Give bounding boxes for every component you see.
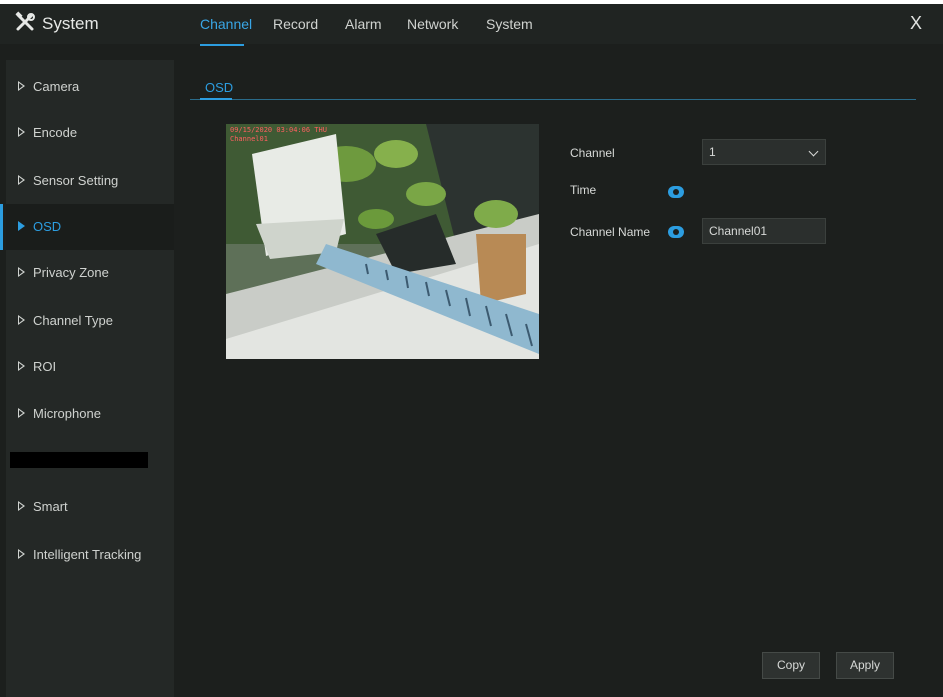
- sidebar-item-intelligent-tracking[interactable]: Intelligent Tracking: [6, 532, 174, 578]
- sidebar-item-label: ROI: [33, 359, 57, 374]
- sidebar-item-osd[interactable]: OSD: [0, 204, 174, 250]
- tab-network[interactable]: Network: [407, 16, 458, 32]
- tab-record[interactable]: Record: [273, 16, 318, 32]
- tab-alarm[interactable]: Alarm: [345, 16, 382, 32]
- osd-name-overlay: Channel01: [230, 135, 268, 143]
- active-tab-indicator: [200, 44, 244, 46]
- apply-button[interactable]: Apply: [836, 652, 894, 679]
- triangle-right-icon: [18, 221, 25, 231]
- sidebar-item-redacted[interactable]: [6, 438, 174, 484]
- channel-select-value: 1: [709, 145, 716, 159]
- sidebar-item-label: Smart: [33, 499, 68, 514]
- top-bar: System Channel Record Alarm Network Syst…: [0, 4, 943, 46]
- sidebar-item-label: Sensor Setting: [33, 173, 119, 188]
- sidebar-item-microphone[interactable]: Microphone: [6, 391, 174, 437]
- sidebar-item-label: Privacy Zone: [33, 265, 109, 280]
- channel-name-label: Channel Name: [570, 225, 651, 239]
- redaction-bar: [10, 452, 148, 468]
- osd-time-overlay: 09/15/2020 03:04:06 THU: [230, 126, 327, 134]
- copy-button[interactable]: Copy: [762, 652, 820, 679]
- sidebar-item-privacy-zone[interactable]: Privacy Zone: [6, 250, 174, 296]
- section-tab-osd[interactable]: OSD: [205, 80, 233, 95]
- sidebar-item-camera[interactable]: Camera: [6, 64, 174, 110]
- sidebar-item-label: Encode: [33, 125, 78, 140]
- camera-preview: 09/15/2020 03:04:06 THU Channel01: [226, 124, 539, 359]
- close-button[interactable]: X: [910, 13, 922, 34]
- sidebar-item-label: Camera: [33, 79, 80, 94]
- sidebar-item-label: Microphone: [33, 406, 101, 421]
- time-toggle[interactable]: [668, 186, 684, 198]
- tools-icon: [15, 11, 35, 31]
- sidebar-item-sensor-setting[interactable]: Sensor Setting: [6, 158, 174, 204]
- section-tab-indicator: [200, 98, 232, 100]
- channel-name-input[interactable]: [702, 218, 826, 244]
- toggle-knob: [673, 189, 679, 195]
- channel-label: Channel: [570, 146, 615, 160]
- sidebar-item-channel-type[interactable]: Channel Type: [6, 298, 174, 344]
- tab-channel[interactable]: Channel: [200, 16, 252, 32]
- tab-system[interactable]: System: [486, 16, 533, 32]
- sidebar-item-roi[interactable]: ROI: [6, 344, 174, 390]
- sidebar-item-encode[interactable]: Encode: [6, 110, 174, 156]
- toggle-knob: [673, 229, 679, 235]
- sidebar: Camera Encode Sensor Setting OSD Privacy…: [0, 60, 174, 697]
- camera-scene-image: [226, 124, 539, 359]
- sidebar-item-label: Channel Type: [33, 313, 113, 328]
- active-item-accent: [0, 204, 3, 250]
- sidebar-item-label: OSD: [33, 219, 62, 234]
- chevron-down-icon: [808, 146, 819, 157]
- sidebar-item-smart[interactable]: Smart: [6, 484, 174, 530]
- time-label: Time: [570, 183, 597, 197]
- section-divider: [190, 99, 916, 100]
- channel-select[interactable]: 1: [702, 139, 826, 165]
- sidebar-item-label: Intelligent Tracking: [33, 547, 142, 562]
- channel-name-toggle[interactable]: [668, 226, 684, 238]
- app-title: System: [42, 14, 99, 33]
